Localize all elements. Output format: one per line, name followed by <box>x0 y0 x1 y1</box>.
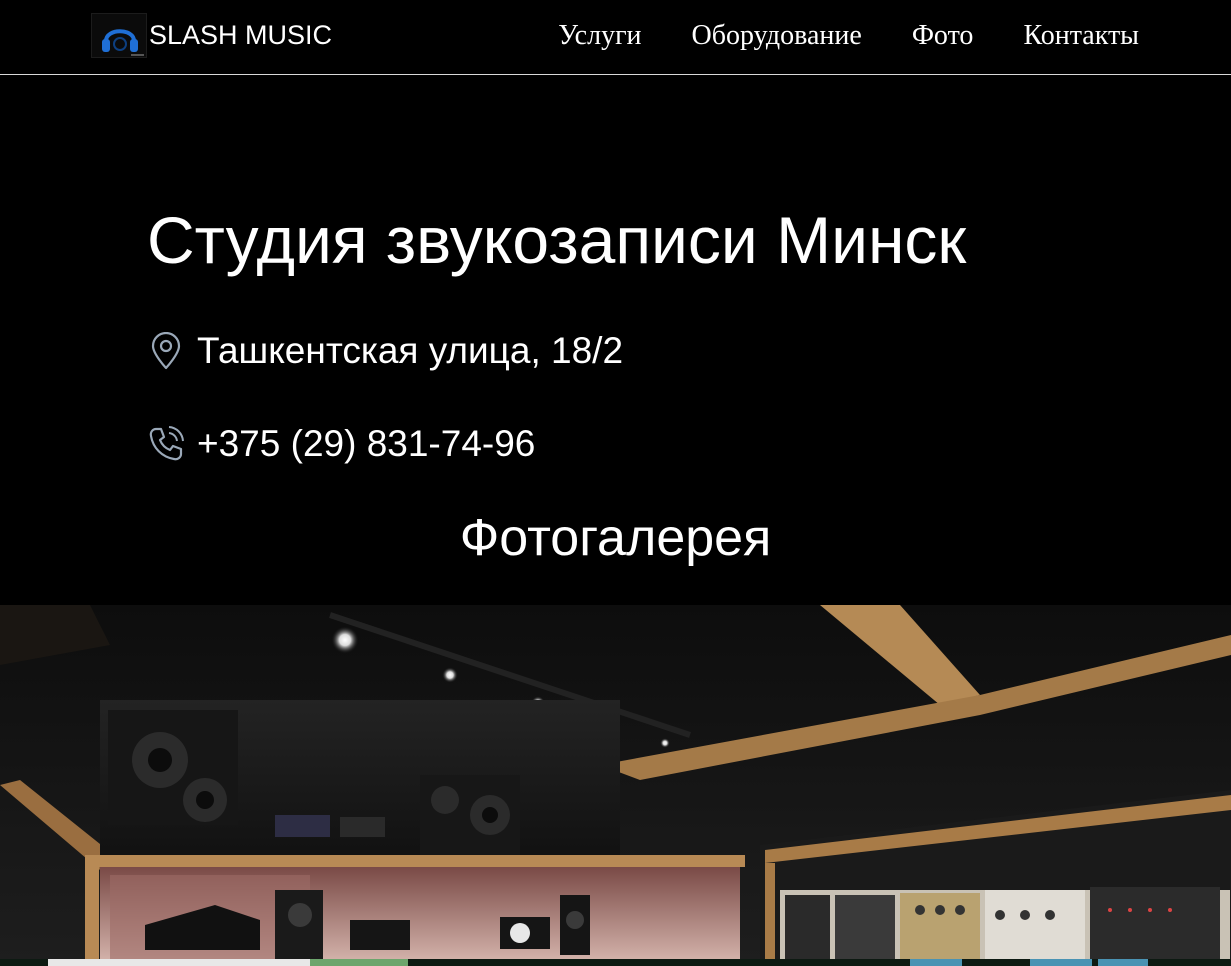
phone-icon <box>147 424 185 464</box>
phone-link[interactable]: +375 (29) 831-74-96 <box>197 422 535 466</box>
phone-row: +375 (29) 831-74-96 <box>147 422 535 466</box>
main-nav: Услуги Оборудование Фото Контакты <box>558 16 1139 56</box>
hero-section: Студия звукозаписи Минск Ташкентская ули… <box>0 76 1231 605</box>
nav-item-photo[interactable]: Фото <box>912 16 974 56</box>
page-title: Студия звукозаписи Минск <box>147 203 967 277</box>
headphones-logo-icon <box>91 13 147 58</box>
site-header: SLASH MUSIC Услуги Оборудование Фото Кон… <box>0 0 1231 75</box>
address-text: Ташкентская улица, 18/2 <box>197 330 624 371</box>
map-pin-icon <box>147 331 185 371</box>
brand-link[interactable]: SLASH MUSIC <box>91 13 332 58</box>
nav-item-contacts[interactable]: Контакты <box>1023 16 1139 56</box>
brand-name: SLASH MUSIC <box>149 20 333 50</box>
nav-item-equipment[interactable]: Оборудование <box>692 16 862 56</box>
recording-studio-control-room-photo <box>0 605 1231 966</box>
gallery-title: Фотогалерея <box>459 509 772 567</box>
address-row: Ташкентская улица, 18/2 <box>147 329 623 373</box>
nav-item-services[interactable]: Услуги <box>558 16 641 56</box>
